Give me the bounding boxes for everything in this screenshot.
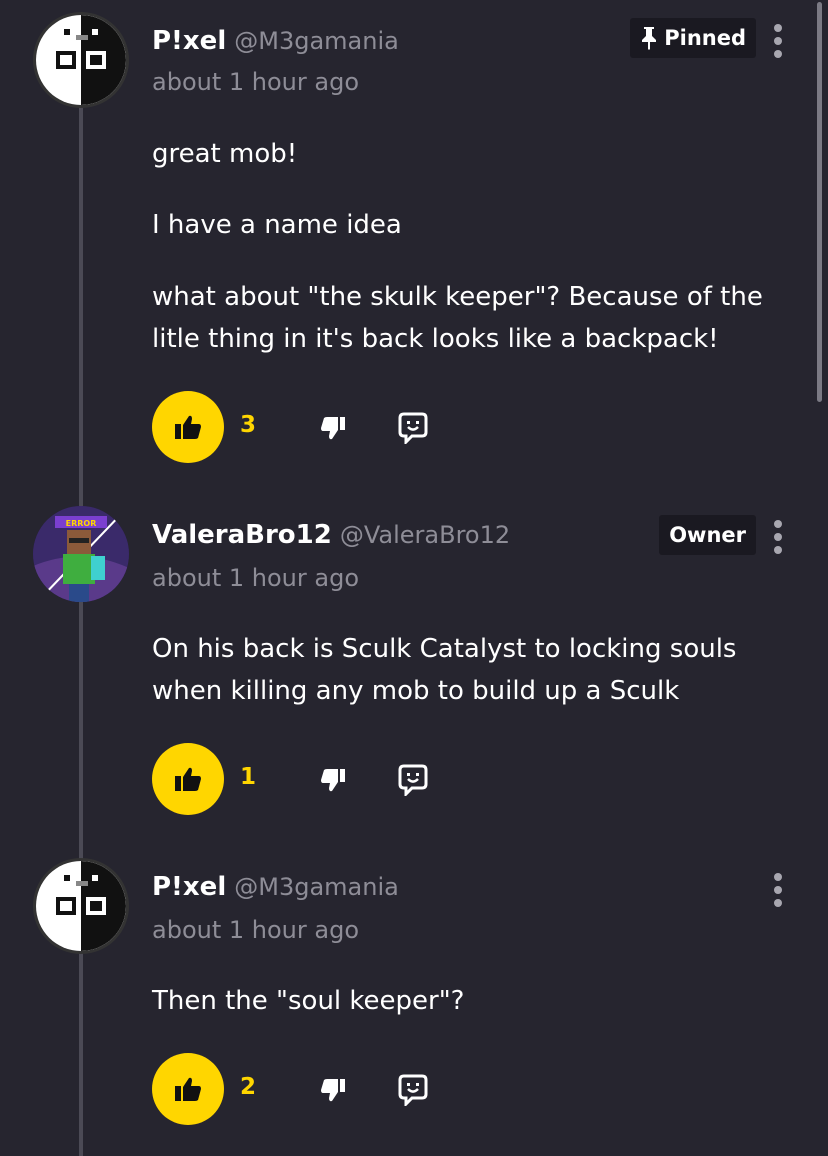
avatar-minecraft-character-image: ERROR	[33, 506, 129, 602]
reply-icon	[398, 412, 428, 444]
author-name[interactable]: P!xel @M3gamania	[152, 872, 399, 902]
like-count: 3	[240, 412, 257, 438]
avatar[interactable]: ERROR	[33, 506, 129, 602]
display-name: ValeraBro12	[152, 520, 332, 550]
timestamp: about 1 hour ago	[152, 564, 359, 592]
timestamp: about 1 hour ago	[152, 68, 359, 96]
comment-text: what about "the skulk keeper"? Because o…	[152, 282, 763, 354]
badge-label: Pinned	[664, 26, 746, 50]
kebab-menu-icon[interactable]	[773, 520, 783, 554]
thumbs-down-icon	[321, 1079, 345, 1102]
thumbs-up-icon	[175, 415, 201, 439]
kebab-menu-icon[interactable]	[773, 24, 783, 58]
reply-button[interactable]	[396, 763, 430, 797]
avatar[interactable]	[33, 12, 129, 108]
author-handle: @M3gamania	[234, 27, 399, 55]
timestamp: about 1 hour ago	[152, 916, 359, 944]
comment-text: Then the "soul keeper"?	[152, 986, 465, 1016]
like-button[interactable]	[152, 391, 224, 463]
scrollbar[interactable]	[817, 2, 822, 402]
dislike-button[interactable]	[316, 1075, 350, 1105]
author-name[interactable]: ValeraBro12 @ValeraBro12	[152, 520, 510, 550]
reply-icon	[398, 764, 428, 796]
author-handle: @ValeraBro12	[339, 521, 511, 549]
thumbs-up-icon	[175, 1077, 201, 1101]
pin-icon	[642, 27, 657, 50]
dislike-button[interactable]	[316, 413, 350, 443]
like-count: 2	[240, 1074, 257, 1100]
avatar-pixel-face-image	[36, 15, 126, 105]
owner-badge: Owner	[659, 515, 756, 555]
dislike-button[interactable]	[316, 765, 350, 795]
badge-label: Owner	[669, 523, 746, 547]
like-count: 1	[240, 764, 257, 790]
pinned-badge: Pinned	[630, 18, 756, 58]
author-name[interactable]: P!xel @M3gamania	[152, 26, 399, 56]
display-name: P!xel	[152, 26, 227, 56]
kebab-menu-icon[interactable]	[773, 873, 783, 907]
like-button[interactable]	[152, 743, 224, 815]
reply-button[interactable]	[396, 1073, 430, 1107]
thread-line	[79, 96, 83, 1156]
avatar[interactable]	[33, 858, 129, 954]
display-name: P!xel	[152, 872, 227, 902]
thumbs-down-icon	[321, 417, 345, 440]
comment-text: great mob!	[152, 139, 298, 169]
reply-button[interactable]	[396, 411, 430, 445]
like-button[interactable]	[152, 1053, 224, 1125]
avatar-label: ERROR	[66, 519, 97, 528]
avatar-pixel-face-image	[36, 861, 126, 951]
reply-icon	[398, 1074, 428, 1106]
thumbs-up-icon	[175, 767, 201, 791]
author-handle: @M3gamania	[234, 873, 399, 901]
comment-text: On his back is Sculk Catalyst to locking…	[152, 634, 737, 706]
comment-text: I have a name idea	[152, 210, 402, 240]
thumbs-down-icon	[321, 769, 345, 792]
